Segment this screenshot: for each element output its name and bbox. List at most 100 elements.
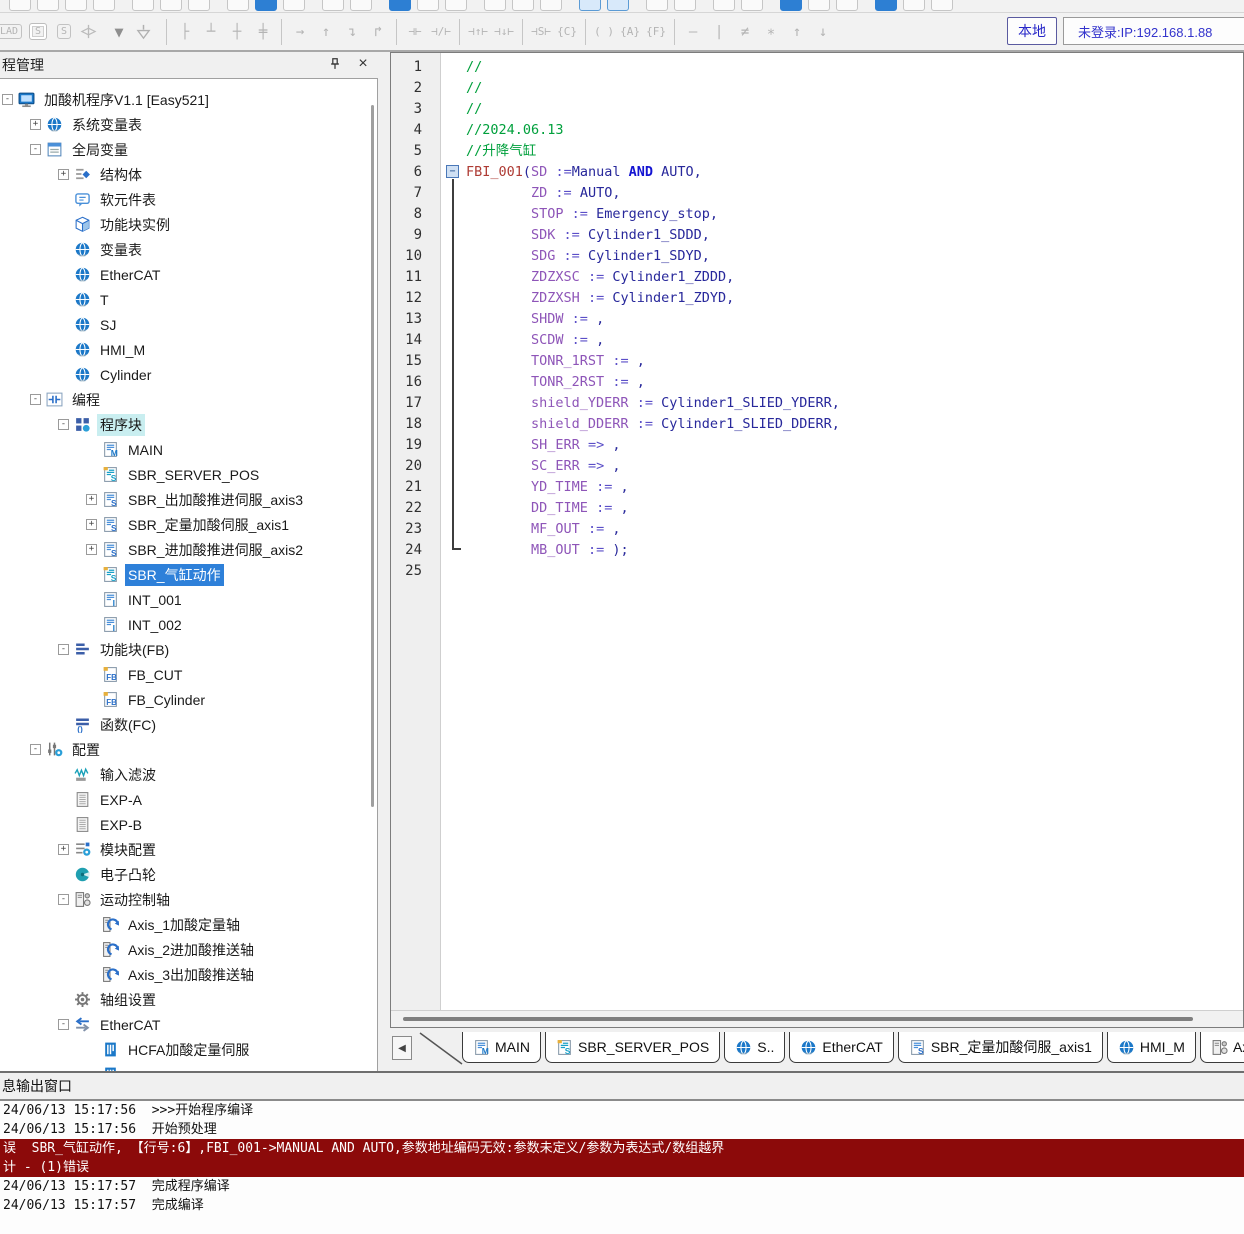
tree-expander-plus[interactable]: + <box>58 844 69 855</box>
toolbar-icon-stub[interactable] <box>389 0 411 11</box>
document-tab-SBR_SERVER_POS[interactable]: SSBR_SERVER_POS <box>545 1032 720 1063</box>
toolbar-icon-stub[interactable] <box>741 0 763 11</box>
toolbar-icon-stub[interactable] <box>417 0 439 11</box>
tree-item-SBR_定量加酸伺服_axis1[interactable]: +SSBR_定量加酸伺服_axis1 <box>0 512 377 537</box>
toolbar-icon-stub[interactable] <box>445 0 467 11</box>
toolbar-icon-stub[interactable] <box>646 0 668 11</box>
tree-item-Axis_3出加酸推送轴[interactable]: Axis_3出加酸推送轴 <box>0 962 377 987</box>
tree-item-HMI_M[interactable]: HMI_M <box>0 337 377 362</box>
tree-expander-minus[interactable]: - <box>58 894 69 905</box>
st-editor[interactable]: 1234567891011121314151617181920212223242… <box>390 52 1244 1028</box>
arrow-down-button[interactable]: ↓ <box>810 18 836 46</box>
tree-item-系统变量表[interactable]: +系统变量表 <box>0 112 377 137</box>
contact-closed-button[interactable]: ⊣/⊢ <box>428 18 454 46</box>
tree-item-INT_002[interactable]: IINT_002 <box>0 612 377 637</box>
tree-vertical-scrollbar[interactable] <box>371 105 374 807</box>
tree-item-输入滤波[interactable]: 输入滤波 <box>0 762 377 787</box>
wire-corner-down-button[interactable]: ↴ <box>339 18 365 46</box>
tree-expander-minus[interactable]: - <box>58 419 69 430</box>
tree-item-Axis_1加酸定量轴[interactable]: Axis_1加酸定量轴 <box>0 912 377 937</box>
tree-item-SBR_气缸动作[interactable]: SSBR_气缸动作 <box>0 562 377 587</box>
tree-item-HCFA加酸定量伺服[interactable]: HCFA加酸定量伺服 <box>0 1037 377 1062</box>
tree-item-MAIN[interactable]: MMAIN <box>0 437 377 462</box>
tree-expander-minus[interactable]: - <box>58 644 69 655</box>
tree-item-电子凸轮[interactable]: 电子凸轮 <box>0 862 377 887</box>
tree-item-配置[interactable]: -配置 <box>0 737 377 762</box>
document-tab-MAIN[interactable]: MMAIN <box>462 1032 541 1063</box>
toolbar-icon-stub[interactable] <box>808 0 830 11</box>
reset-coil-button[interactable]: S <box>51 18 77 46</box>
tree-expander-minus[interactable]: - <box>30 144 41 155</box>
tree-expander-minus[interactable]: - <box>58 1019 69 1030</box>
tree-item-EtherCAT[interactable]: EtherCAT <box>0 262 377 287</box>
arrow-up-button[interactable]: ↑ <box>784 18 810 46</box>
wire-corner-up-button[interactable]: ↱ <box>365 18 391 46</box>
tree-item-功能块实例[interactable]: 功能块实例 <box>0 212 377 237</box>
tree-expander-minus[interactable]: - <box>30 394 41 405</box>
toolbar-icon-stub[interactable] <box>227 0 249 11</box>
tree-item-变量表[interactable]: 变量表 <box>0 237 377 262</box>
close-icon[interactable]: × <box>354 55 372 73</box>
tree-item-Axis_2进加酸推送轴[interactable]: Axis_2进加酸推送轴 <box>0 937 377 962</box>
branch-mid-button[interactable]: ┼ <box>224 18 250 46</box>
toolbar-icon-stub[interactable] <box>350 0 372 11</box>
toolbar-icon-stub[interactable] <box>579 0 601 11</box>
document-tab-Axis_1加酸[interactable]: Axis_1加酸 <box>1200 1032 1244 1063</box>
toolbar-icon-stub[interactable] <box>65 0 87 11</box>
toolbar-icon-stub[interactable] <box>674 0 696 11</box>
lad-editor-button[interactable]: LAD <box>0 18 25 46</box>
block-f-button[interactable]: {F} <box>643 18 669 46</box>
document-tab-SBR_定量加酸伺服_axis1[interactable]: SSBR_定量加酸伺服_axis1 <box>898 1032 1103 1063</box>
output-info-line[interactable]: 24/06/13 15:17:56 >>>开始程序编译 <box>0 1101 1244 1120</box>
tree-item-FB_CUT[interactable]: FBFB_CUT <box>0 662 377 687</box>
login-status-box[interactable]: 未登录:IP:192.168.1.88 <box>1063 17 1244 45</box>
tree-item-SBR_出加酸推进伺服_axis3[interactable]: +SSBR_出加酸推进伺服_axis3 <box>0 487 377 512</box>
document-tab-HMI_M[interactable]: HMI_M <box>1107 1032 1196 1063</box>
output-error-line[interactable]: 误 SBR_气缸动作, 【行号:6】,FBI_001->MANUAL AND A… <box>0 1139 1244 1158</box>
toolbar-icon-stub[interactable] <box>9 0 31 11</box>
editor-horizontal-scrollbar[interactable] <box>391 1010 1243 1027</box>
local-mode-button[interactable]: 本地 <box>1007 17 1057 45</box>
output-info-line[interactable]: 24/06/13 15:17:57 完成编译 <box>0 1196 1244 1215</box>
tree-expander-plus[interactable]: + <box>58 169 69 180</box>
tree-item-模块配置[interactable]: +模块配置 <box>0 837 377 862</box>
tree-item-SJ[interactable]: SJ <box>0 312 377 337</box>
tree-expander-minus[interactable]: - <box>2 94 13 105</box>
tree-item-T[interactable]: T <box>0 287 377 312</box>
not-equal-button[interactable]: ≠ <box>732 18 758 46</box>
tree-item-Cylinder[interactable]: Cylinder <box>0 362 377 387</box>
branch-close-button[interactable]: ┴ <box>198 18 224 46</box>
document-tab-S..[interactable]: S.. <box>724 1032 785 1063</box>
output-error-line[interactable]: 计 - (1)错误 <box>0 1158 1244 1177</box>
toolbar-icon-stub[interactable] <box>322 0 344 11</box>
fold-collapse-box[interactable]: − <box>446 165 459 178</box>
tree-item-全局变量[interactable]: -全局变量 <box>0 137 377 162</box>
tree-item-结构体[interactable]: +结构体 <box>0 162 377 187</box>
tree-expander-plus[interactable]: + <box>86 544 97 555</box>
tree-item-功能块(FB)[interactable]: -功能块(FB) <box>0 637 377 662</box>
tree-expander-plus[interactable]: + <box>30 119 41 130</box>
insert-branch-button[interactable] <box>77 18 106 46</box>
vertical-line-button[interactable]: | <box>706 18 732 46</box>
branch-open-button[interactable]: ├ <box>172 18 198 46</box>
branch-rails-button[interactable]: ╪ <box>250 18 276 46</box>
pin-icon[interactable] <box>326 55 344 73</box>
tree-item-EXP-A[interactable]: EXP-A <box>0 787 377 812</box>
insert-row-button[interactable]: ▼ <box>106 18 132 46</box>
block-a-button[interactable]: {A} <box>617 18 643 46</box>
tree-item-软元件表[interactable]: 软元件表 <box>0 187 377 212</box>
tree-item-EtherCAT[interactable]: -EtherCAT <box>0 1012 377 1037</box>
wire-right-button[interactable]: → <box>287 18 313 46</box>
toolbar-icon-stub[interactable] <box>255 0 277 11</box>
tree-expander-plus[interactable]: + <box>86 494 97 505</box>
tree-item-程序块[interactable]: -程序块 <box>0 412 377 437</box>
tree-item-SBR_SERVER_POS[interactable]: SSBR_SERVER_POS <box>0 462 377 487</box>
toolbar-icon-stub[interactable] <box>37 0 59 11</box>
contact-open-button[interactable]: ⊣⊢ <box>402 18 428 46</box>
block-c-button[interactable]: {C} <box>554 18 580 46</box>
contact-falling-button[interactable]: ⊣↓⊢ <box>491 18 517 46</box>
toolbar-icon-stub[interactable] <box>780 0 802 11</box>
tree-item-INT_001[interactable]: IINT_001 <box>0 587 377 612</box>
toolbar-icon-stub[interactable] <box>713 0 735 11</box>
tree-expander-plus[interactable]: + <box>86 519 97 530</box>
